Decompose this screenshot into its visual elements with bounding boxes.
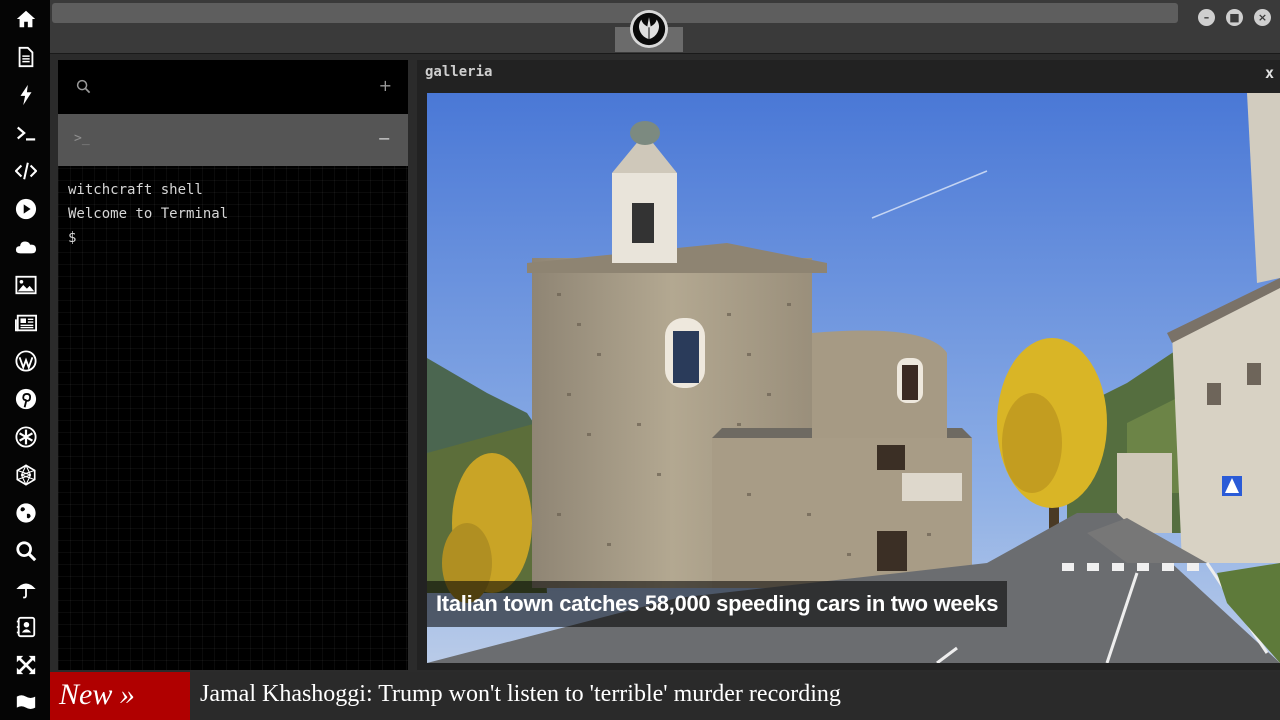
lightning-icon[interactable] <box>13 82 39 108</box>
rebel-alliance-icon[interactable] <box>630 10 668 48</box>
code-icon[interactable] <box>13 158 39 184</box>
collapse-terminal-button[interactable]: − <box>378 129 391 148</box>
terminal-output[interactable]: witchcraft shell Welcome to Terminal $ <box>68 178 228 250</box>
umbrella-icon[interactable] <box>13 576 39 602</box>
gallery-title: galleria <box>425 64 493 80</box>
news-ticker: New » Jamal Khashoggi: Trump won't liste… <box>50 672 1280 720</box>
flag-icon[interactable] <box>13 690 39 716</box>
terminal-search-bar[interactable]: + <box>58 60 408 114</box>
gallery-photo[interactable]: Italian town catches 58,000 speeding car… <box>427 93 1280 663</box>
maximize-button[interactable]: ■ <box>1226 9 1243 26</box>
cloud-icon[interactable] <box>13 234 39 260</box>
gallery-window: galleria x Italian town catches 58,000 s… <box>417 60 1280 670</box>
top-bar: – ■ × <box>50 0 1280 54</box>
terminal-search-icon <box>76 79 91 98</box>
terminal-panel: + >_ − witchcraft shell Welcome to Termi… <box>58 60 408 670</box>
close-window-button[interactable]: × <box>1254 9 1271 26</box>
app-dock <box>0 0 50 720</box>
terminal-prompt: $ <box>68 230 77 246</box>
add-terminal-button[interactable]: + <box>379 76 392 95</box>
gallery-close-button[interactable]: x <box>1265 64 1274 82</box>
home-icon[interactable] <box>13 6 39 32</box>
pinterest-icon[interactable] <box>13 386 39 412</box>
terminal-tab[interactable]: >_ − <box>58 114 408 166</box>
document-icon[interactable] <box>13 44 39 70</box>
terminal-line: Welcome to Terminal <box>68 206 229 222</box>
wordpress-icon[interactable] <box>13 348 39 374</box>
photo-caption: Italian town catches 58,000 speeding car… <box>427 581 1008 627</box>
asterisk-icon[interactable] <box>13 424 39 450</box>
terminal-line: witchcraft shell <box>68 182 203 198</box>
minimize-button[interactable]: – <box>1198 9 1215 26</box>
geodesic-icon[interactable] <box>13 462 39 488</box>
prompt-icon: >_ <box>74 131 90 146</box>
search-icon[interactable] <box>13 538 39 564</box>
contact-book-icon[interactable] <box>13 614 39 640</box>
play-icon[interactable] <box>13 196 39 222</box>
ticker-new-badge: New » <box>50 672 190 720</box>
image-icon[interactable] <box>13 272 39 298</box>
terminal-icon[interactable] <box>13 120 39 146</box>
topbar-divider <box>50 53 1280 54</box>
globe-icon[interactable] <box>13 500 39 526</box>
address-bar[interactable] <box>52 3 1178 23</box>
ticker-headline[interactable]: Jamal Khashoggi: Trump won't listen to '… <box>200 672 841 720</box>
newspaper-icon[interactable] <box>13 310 39 336</box>
expand-icon[interactable] <box>13 652 39 678</box>
